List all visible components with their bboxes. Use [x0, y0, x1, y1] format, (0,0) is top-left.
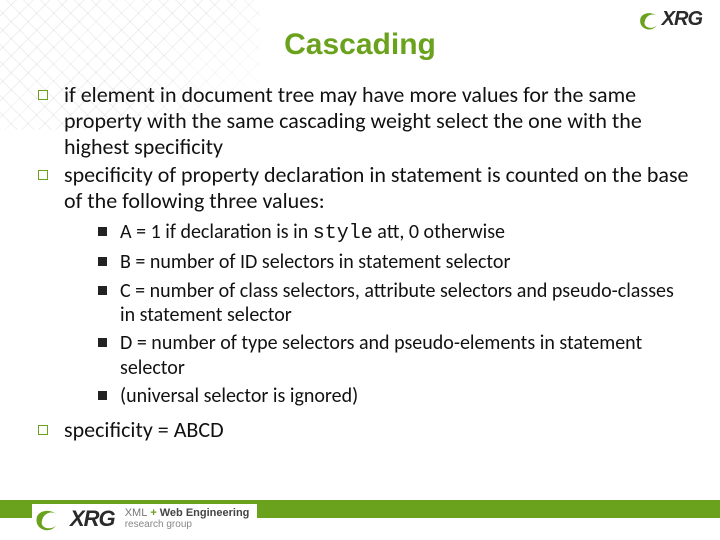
- sub-bullet-item: D = number of type selectors and pseudo-…: [98, 331, 692, 380]
- footer-tagline: XML+Web Engineering research group: [125, 508, 250, 530]
- sub-bullet-text: B = number of ID selectors in statement …: [120, 250, 510, 274]
- plus-icon: +: [150, 507, 156, 519]
- footer-logo-text: XRG: [70, 506, 115, 532]
- bullet-text: specificity of property declaration in s…: [64, 161, 689, 214]
- sub-bullet-item: A = 1 if declaration is in style att, 0 …: [98, 220, 692, 246]
- slide-title: Cascading: [0, 28, 720, 62]
- sub-bullet-item: B = number of ID selectors in statement …: [98, 250, 692, 274]
- sub-bullet-item: C = number of class selectors, attribute…: [98, 279, 692, 328]
- swoosh-icon: [34, 506, 60, 532]
- bullet-item: specificity of property declaration in s…: [36, 162, 692, 409]
- sub-bullet-text: C = number of class selectors, attribute…: [120, 279, 674, 327]
- sub-bullet-text: (universal selector is ignored): [120, 384, 358, 408]
- footer-logo: XRG XML+Web Engineering research group: [32, 504, 257, 534]
- code-text: style: [313, 222, 373, 245]
- bullet-item: if element in document tree may have mor…: [36, 82, 692, 160]
- bullet-item: specificity = ABCD: [36, 417, 692, 443]
- sub-bullet-text: att, 0 otherwise: [373, 220, 505, 244]
- slide-body: if element in document tree may have mor…: [36, 82, 692, 444]
- bullet-text: if element in document tree may have mor…: [64, 81, 642, 160]
- sub-bullet-item: (universal selector is ignored): [98, 384, 692, 408]
- sub-bullet-text: A = 1 if declaration is in: [120, 220, 313, 244]
- bullet-text: specificity = ABCD: [64, 416, 224, 443]
- sub-bullet-text: D = number of type selectors and pseudo-…: [120, 331, 642, 379]
- tagline-top: XML+Web Engineering: [125, 508, 250, 519]
- tagline-bottom: research group: [125, 520, 250, 530]
